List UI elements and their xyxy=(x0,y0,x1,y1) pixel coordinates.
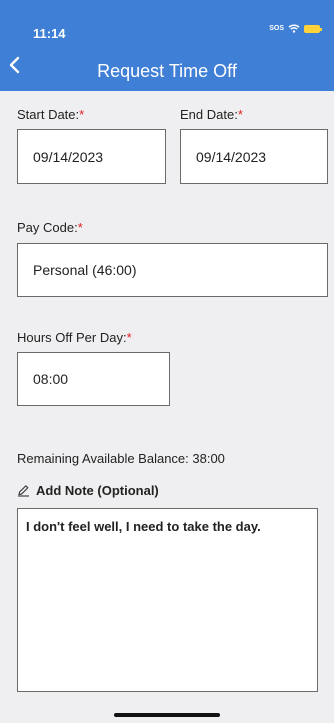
start-date-label-text: Start Date: xyxy=(17,107,80,122)
required-mark: * xyxy=(79,107,85,122)
end-date-label: End Date:* xyxy=(180,107,243,122)
end-date-field[interactable]: 09/14/2023 xyxy=(180,129,328,184)
pay-code-label: Pay Code:* xyxy=(17,220,83,235)
wifi-icon xyxy=(288,24,300,33)
end-date-value: 09/14/2023 xyxy=(196,148,267,165)
end-date-label-text: End Date: xyxy=(180,107,238,122)
add-note-header: Add Note (Optional) xyxy=(17,483,159,498)
pay-code-value: Personal (46:00) xyxy=(33,262,137,278)
required-mark: * xyxy=(77,220,83,235)
pencil-icon xyxy=(18,485,29,497)
required-mark: * xyxy=(126,330,132,345)
start-date-value: 09/14/2023 xyxy=(33,148,104,165)
hours-off-label: Hours Off Per Day:* xyxy=(17,330,132,345)
start-date-field[interactable]: 09/14/2023 xyxy=(17,129,166,184)
note-textarea[interactable]: I don't feel well, I need to take the da… xyxy=(17,508,318,692)
add-note-label: Add Note (Optional) xyxy=(36,483,159,498)
remaining-balance: Remaining Available Balance: 38:00 xyxy=(17,451,225,466)
pay-code-label-text: Pay Code: xyxy=(17,220,78,235)
home-indicator[interactable] xyxy=(114,713,220,717)
battery-icon xyxy=(304,24,322,33)
hours-off-label-text: Hours Off Per Day: xyxy=(17,330,127,345)
hours-off-value: 08:00 xyxy=(33,371,69,387)
status-time: 11:14 xyxy=(33,26,66,41)
app-header: 11:14 SOS Request Time Off xyxy=(0,0,334,91)
page-title: Request Time Off xyxy=(97,61,237,81)
status-indicators: SOS xyxy=(269,24,322,33)
start-date-label: Start Date:* xyxy=(17,107,84,122)
hours-off-field[interactable]: 08:00 xyxy=(17,352,170,406)
sos-indicator: SOS xyxy=(269,25,284,32)
required-mark: * xyxy=(237,107,243,122)
pay-code-select[interactable]: Personal (46:00) xyxy=(17,243,328,297)
